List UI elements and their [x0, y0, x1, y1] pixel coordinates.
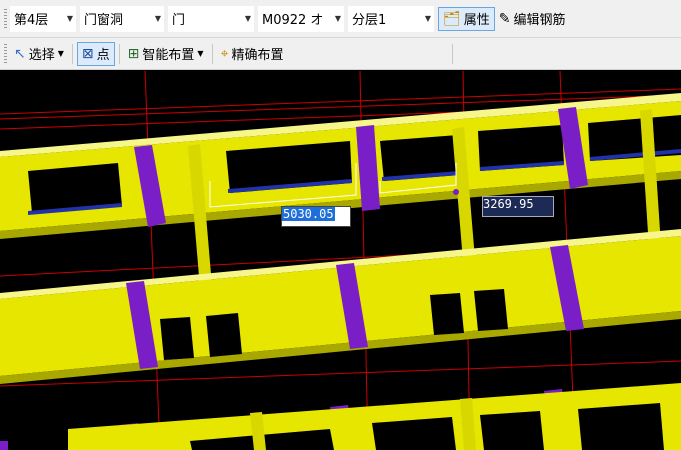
edit-rebar-button[interactable]: ✎ 编辑钢筋: [495, 7, 570, 31]
toolbar-separator: [211, 43, 213, 64]
component-name-select-value: M0922 オ: [262, 13, 324, 28]
toolbar-separator: [452, 43, 454, 64]
dimension-input-right[interactable]: 3269.95: [482, 196, 554, 217]
precise-layout-label: 精确布置: [231, 48, 284, 63]
floor-select-value: 第4层: [14, 13, 49, 28]
precise-layout-icon: ⌖: [220, 45, 229, 62]
bottom-walls: [0, 383, 681, 450]
grid-icon: ⊞: [127, 45, 140, 62]
drawing-canvas[interactable]: [0, 71, 681, 450]
floor-select[interactable]: 第4层 ▼: [10, 5, 76, 32]
chevron-down-icon: ▼: [244, 13, 251, 23]
properties-icon: 🗂: [443, 10, 461, 27]
dimension-input-left[interactable]: 5030.05: [281, 206, 351, 227]
model-view[interactable]: [0, 71, 681, 450]
properties-button[interactable]: 🗂 属性: [438, 6, 495, 31]
precise-layout-button[interactable]: ⌖ 精确布置: [217, 42, 288, 66]
dimension-value-left: 5030.05: [282, 207, 335, 221]
chevron-down-icon: ▼: [334, 13, 341, 23]
chevron-down-icon: ▼: [197, 49, 204, 58]
dimension-value-right: 3269.95: [483, 197, 534, 211]
select-button[interactable]: ↖ 选择 ▼: [10, 42, 68, 66]
chevron-down-icon: ▼: [154, 13, 161, 23]
sublayer-select[interactable]: 分层1 ▼: [348, 5, 434, 32]
chevron-down-icon: ▼: [66, 13, 73, 23]
toolbar-grip[interactable]: [4, 8, 7, 29]
sublayer-select-value: 分层1: [352, 13, 387, 28]
chevron-down-icon: ▼: [424, 13, 431, 23]
component-name-select[interactable]: M0922 オ ▼: [258, 5, 344, 32]
point-button[interactable]: ⊠ 点: [76, 41, 115, 66]
pencil-icon: ✎: [498, 10, 511, 27]
drawing-toolbar: ↖ 选择 ▼ ⊠ 点 ⊞ 智能布置 ▼ ⌖ 精确布置: [0, 38, 681, 70]
component-type-select[interactable]: 门 ▼: [168, 5, 254, 32]
insertion-point-marker[interactable]: [453, 189, 459, 195]
smart-layout-button[interactable]: ⊞ 智能布置 ▼: [124, 42, 208, 66]
cursor-icon: ↖: [14, 45, 26, 62]
category-select[interactable]: 门窗洞 ▼: [80, 5, 164, 32]
properties-label: 属性: [463, 13, 490, 28]
toolbar-separator: [71, 43, 73, 64]
edit-rebar-label: 编辑钢筋: [513, 13, 566, 28]
point-box-icon: ⊠: [81, 45, 94, 62]
component-toolbar: 第4层 ▼ 门窗洞 ▼ 门 ▼ M0922 オ ▼ 分层1 ▼ 🗂 属性 ✎ 编…: [0, 0, 681, 38]
toolbar-grip[interactable]: [4, 43, 7, 64]
chevron-down-icon: ▼: [57, 49, 64, 58]
component-type-select-value: 门: [172, 13, 186, 28]
category-select-value: 门窗洞: [84, 13, 124, 28]
toolbar-separator: [118, 43, 120, 64]
select-label: 选择: [28, 48, 55, 63]
point-label: 点: [96, 48, 110, 63]
smart-layout-label: 智能布置: [142, 48, 195, 63]
